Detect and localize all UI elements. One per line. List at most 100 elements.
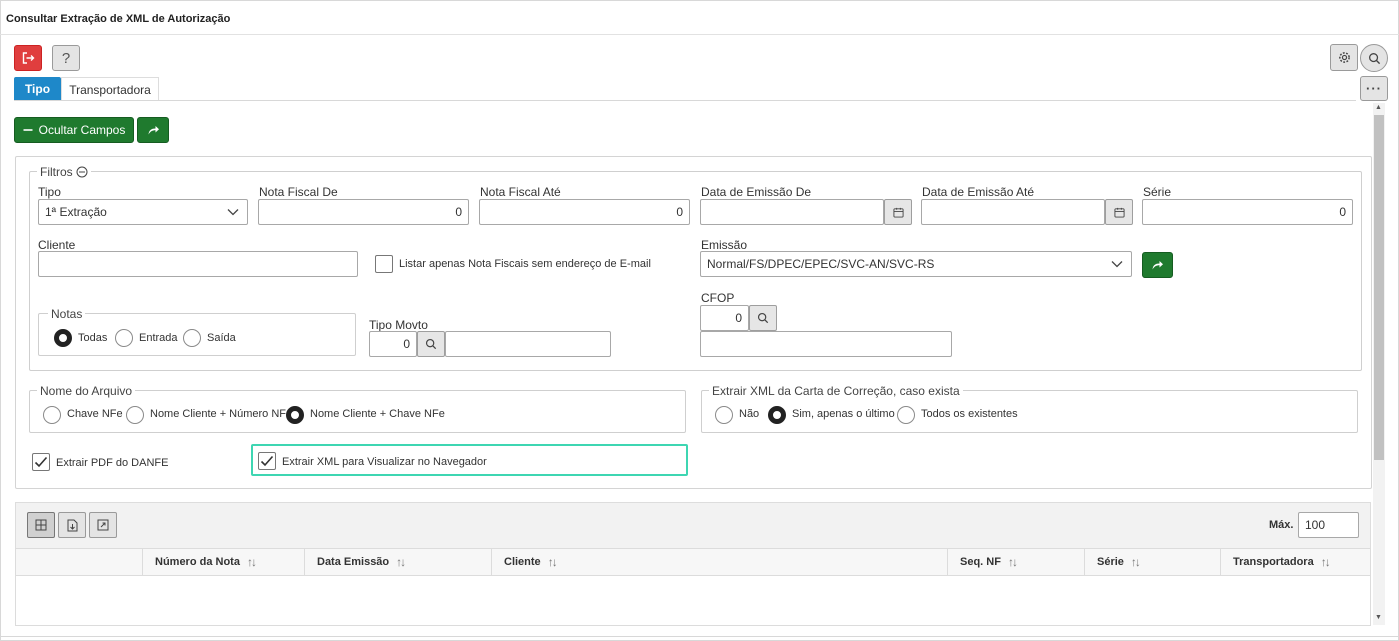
- cfop-description-input[interactable]: [700, 331, 952, 357]
- column-cliente-label: Cliente: [504, 556, 541, 568]
- max-rows-input[interactable]: 100: [1298, 512, 1359, 538]
- sort-icon[interactable]: ↑↓: [548, 555, 558, 569]
- nome-arquivo-cliente-chave-radio[interactable]: [286, 406, 304, 424]
- column-numero-nota[interactable]: Número da Nota ↑↓: [142, 548, 304, 576]
- sort-icon[interactable]: ↑↓: [247, 555, 257, 569]
- cfop-label: CFOP: [701, 291, 735, 305]
- tipo-movto-code-input[interactable]: 0: [369, 331, 417, 357]
- data-emissao-de-input[interactable]: [700, 199, 884, 225]
- settings-button[interactable]: [1330, 44, 1358, 71]
- filters-legend-label: Filtros: [40, 165, 73, 179]
- checkmark-icon: [260, 455, 274, 467]
- chevron-down-icon: [227, 209, 239, 216]
- table-grid-icon: [35, 519, 47, 531]
- bottom-divider: [0, 636, 1399, 637]
- column-seq-nf[interactable]: Seq. NF ↑↓: [947, 548, 1084, 576]
- carta-sim-ultimo-radio[interactable]: [768, 406, 786, 424]
- tab-transportadora[interactable]: Transportadora: [61, 77, 159, 101]
- grid-layout-button[interactable]: [27, 512, 55, 538]
- column-serie[interactable]: Série ↑↓: [1084, 548, 1220, 576]
- extrair-pdf-checkbox[interactable]: [32, 453, 50, 471]
- share-arrow-icon: [148, 126, 159, 135]
- extrair-xml-label: Extrair XML para Visualizar no Navegador: [282, 456, 487, 468]
- listar-sem-email-checkbox[interactable]: [375, 255, 393, 273]
- extrair-xml-checkbox[interactable]: [258, 452, 276, 470]
- cfop-search-button[interactable]: [749, 305, 777, 331]
- tab-divider: [14, 100, 1356, 101]
- tipo-select[interactable]: 1ª Extração: [38, 199, 248, 225]
- execute-button[interactable]: [137, 117, 169, 143]
- extrair-pdf-label: Extrair PDF do DANFE: [56, 457, 169, 469]
- nota-fiscal-de-input[interactable]: 0: [258, 199, 469, 225]
- notas-saida-label: Saída: [207, 332, 236, 344]
- carta-nao-radio[interactable]: [715, 406, 733, 424]
- notas-entrada-radio[interactable]: [115, 329, 133, 347]
- column-serie-label: Série: [1097, 556, 1124, 568]
- column-numero-nota-label: Número da Nota: [155, 556, 240, 568]
- carta-nao-label: Não: [739, 408, 760, 420]
- notas-entrada-label: Entrada: [139, 332, 178, 344]
- tipo-label: Tipo: [38, 185, 61, 199]
- emissao-apply-button[interactable]: [1142, 252, 1173, 278]
- sort-icon[interactable]: ↑↓: [1131, 555, 1141, 569]
- scrollbar-thumb[interactable]: [1374, 115, 1384, 460]
- hide-fields-label: Ocultar Campos: [38, 123, 126, 137]
- column-transportadora[interactable]: Transportadora ↑↓: [1220, 548, 1371, 576]
- data-emissao-ate-input[interactable]: [921, 199, 1105, 225]
- nome-arquivo-cliente-numero-label: Nome Cliente + Número NF: [150, 408, 287, 420]
- tipo-movto-label: Tipo Movto: [369, 318, 428, 332]
- tipo-value: 1ª Extração: [45, 205, 107, 219]
- calendar-icon: [1113, 207, 1125, 218]
- carta-todos-radio[interactable]: [897, 406, 915, 424]
- search-button[interactable]: [1360, 44, 1388, 72]
- page-title: Consultar Extração de XML de Autorização: [6, 13, 231, 25]
- data-emissao-de-calendar-button[interactable]: [884, 199, 912, 225]
- collapse-minus-circle-icon[interactable]: [76, 166, 88, 178]
- carta-sim-ultimo-label: Sim, apenas o último: [792, 408, 895, 420]
- expand-icon: [97, 519, 109, 531]
- scroll-down-icon[interactable]: ▼: [1375, 614, 1382, 621]
- filters-legend[interactable]: Filtros: [37, 165, 91, 179]
- export-file-button[interactable]: [58, 512, 86, 538]
- emissao-select[interactable]: Normal/FS/DPEC/EPEC/SVC-AN/SVC-RS: [700, 251, 1132, 277]
- nota-fiscal-ate-input[interactable]: 0: [479, 199, 690, 225]
- expand-grid-button[interactable]: [89, 512, 117, 538]
- scroll-up-icon[interactable]: ▲: [1375, 104, 1382, 111]
- help-button[interactable]: ?: [52, 45, 80, 71]
- share-arrow-icon: [1152, 261, 1163, 270]
- max-label: Máx.: [1269, 519, 1294, 531]
- cfop-code-input[interactable]: 0: [700, 305, 749, 331]
- nome-arquivo-cliente-numero-radio[interactable]: [126, 406, 144, 424]
- cliente-label: Cliente: [38, 238, 76, 252]
- nome-arquivo-legend: Nome do Arquivo: [37, 384, 136, 398]
- serie-input[interactable]: 0: [1142, 199, 1353, 225]
- grid-toolbar: [15, 502, 1371, 548]
- sort-icon[interactable]: ↑↓: [396, 555, 406, 569]
- column-data-emissao[interactable]: Data Emissão ↑↓: [304, 548, 491, 576]
- sort-icon[interactable]: ↑↓: [1008, 555, 1018, 569]
- exit-button[interactable]: [14, 45, 42, 71]
- column-seq-nf-label: Seq. NF: [960, 556, 1001, 568]
- tipo-movto-description-input[interactable]: [445, 331, 611, 357]
- tab-tipo[interactable]: Tipo: [14, 77, 61, 101]
- gear-icon: [1338, 52, 1350, 63]
- data-emissao-ate-calendar-button[interactable]: [1105, 199, 1133, 225]
- calendar-icon: [892, 207, 904, 218]
- chevron-down-icon: [1111, 261, 1123, 268]
- notas-saida-radio[interactable]: [183, 329, 201, 347]
- notas-legend: Notas: [48, 307, 86, 321]
- carta-todos-label: Todos os existentes: [921, 408, 1018, 420]
- carta-correcao-legend: Extrair XML da Carta de Correção, caso e…: [709, 384, 963, 398]
- data-emissao-de-label: Data de Emissão De: [701, 185, 812, 199]
- tipo-movto-search-button[interactable]: [417, 331, 445, 357]
- grid-body: [15, 576, 1371, 626]
- nota-fiscal-ate-label: Nota Fiscal Até: [480, 185, 561, 199]
- nome-arquivo-chave-radio[interactable]: [43, 406, 61, 424]
- more-options-button[interactable]: ···: [1360, 76, 1388, 101]
- serie-label: Série: [1143, 185, 1172, 199]
- cliente-input[interactable]: [38, 251, 358, 277]
- notas-todas-radio[interactable]: [54, 329, 72, 347]
- hide-fields-button[interactable]: Ocultar Campos: [14, 117, 134, 143]
- column-cliente[interactable]: Cliente ↑↓: [491, 548, 947, 576]
- sort-icon[interactable]: ↑↓: [1321, 555, 1331, 569]
